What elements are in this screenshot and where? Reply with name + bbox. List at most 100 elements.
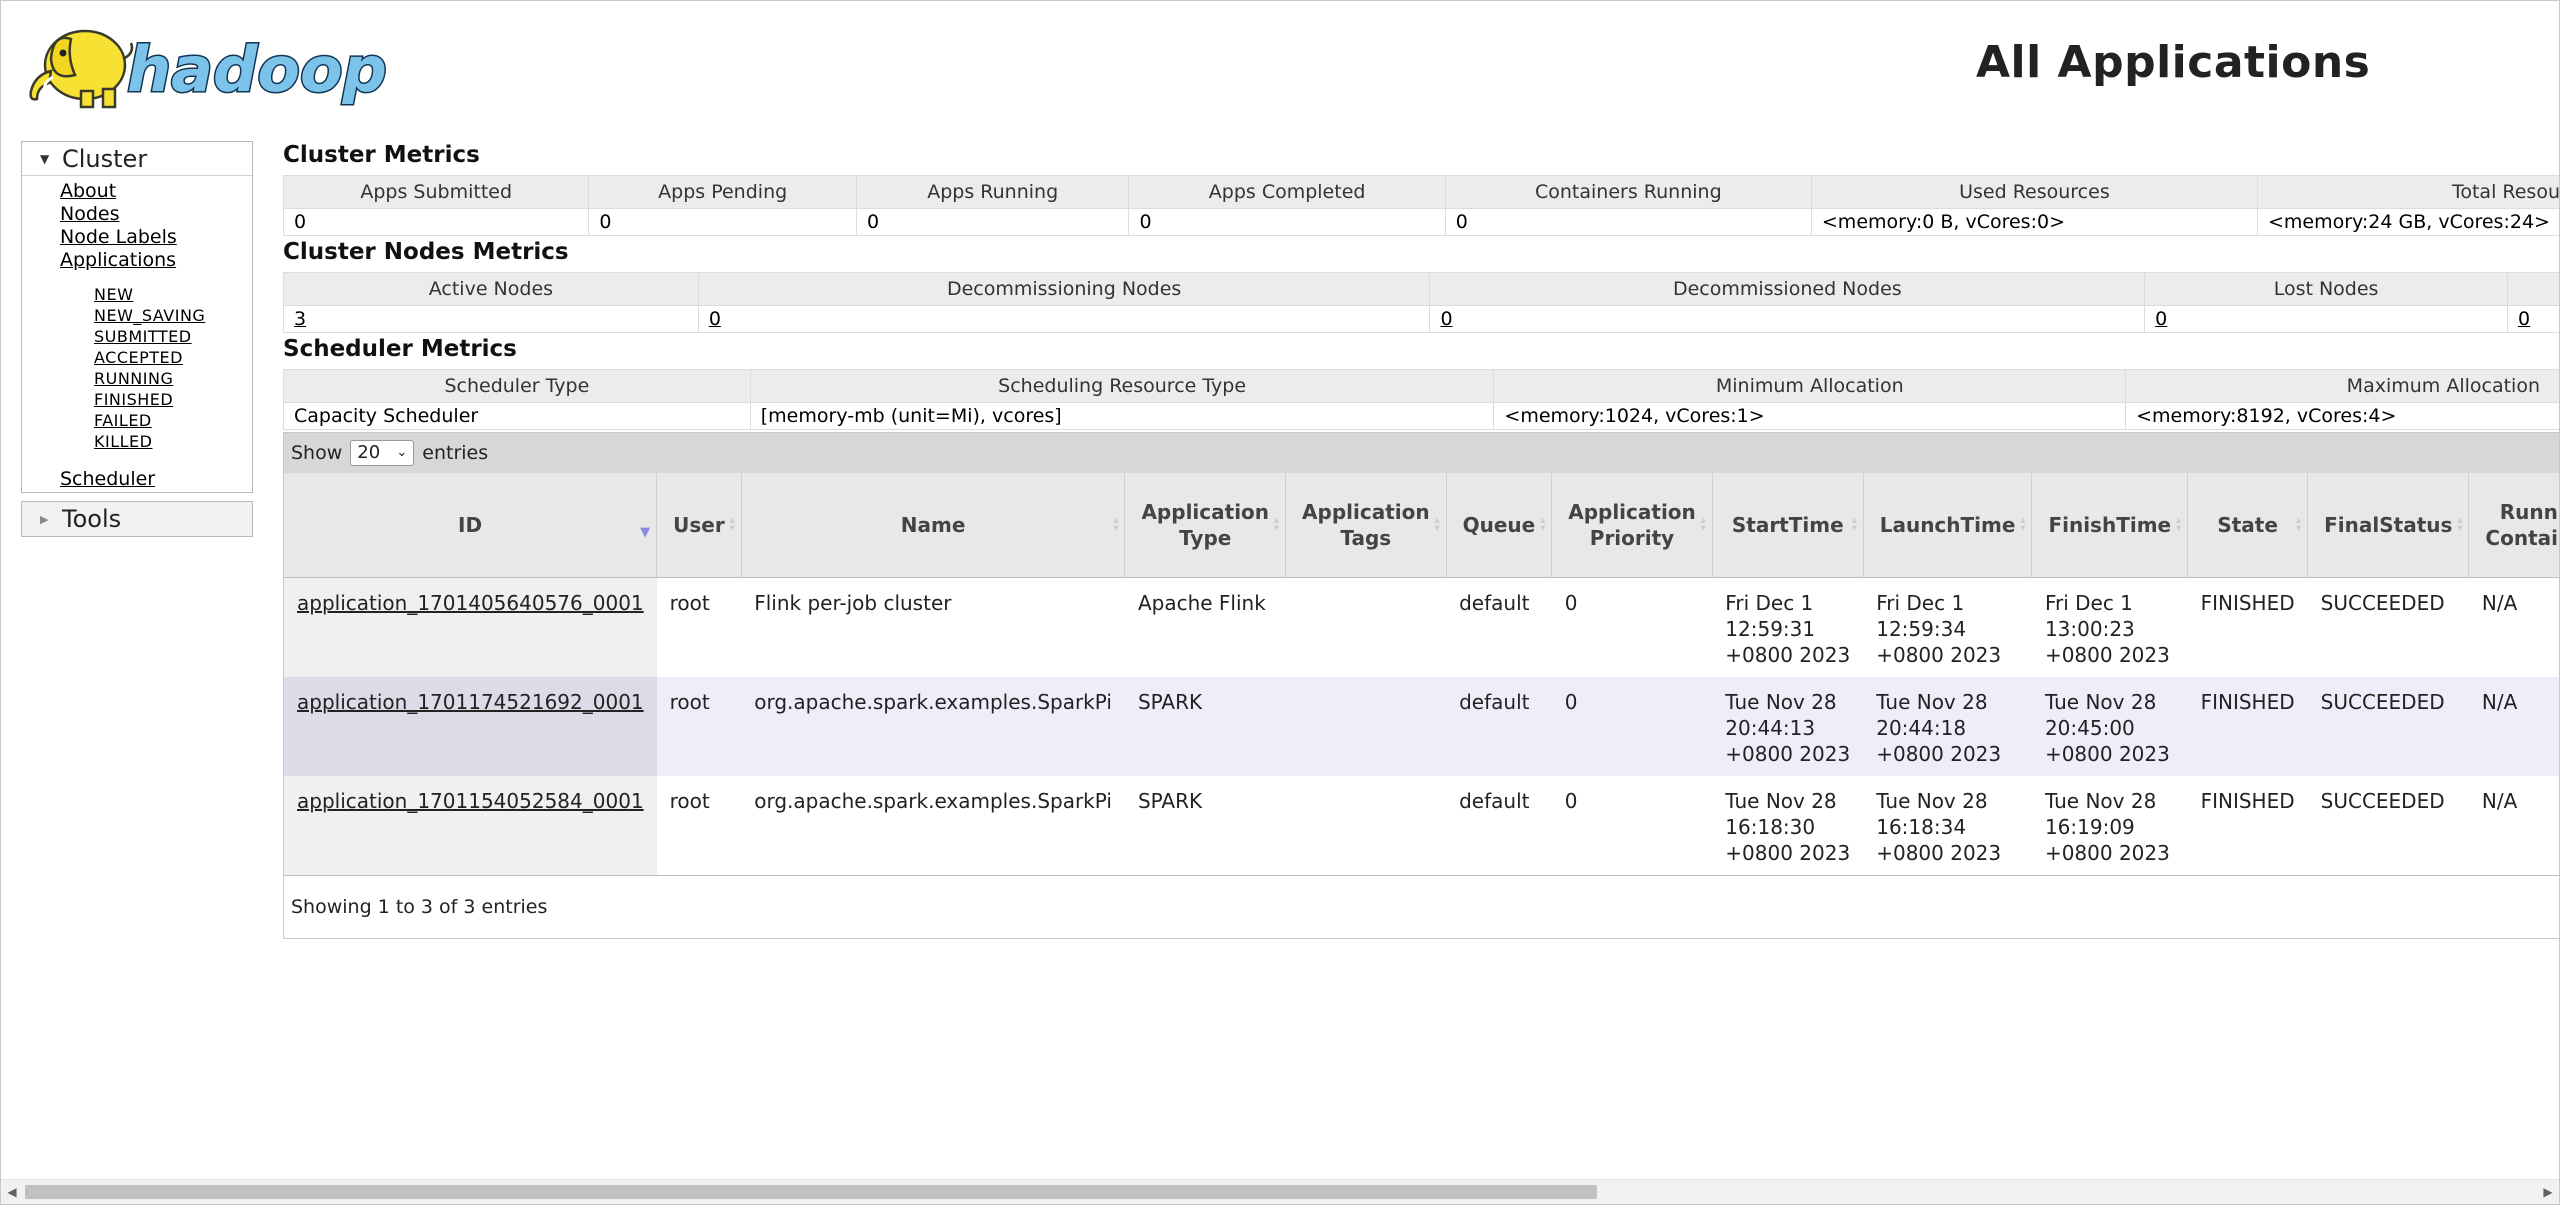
chevron-down-icon: ⌄ (396, 445, 408, 460)
metric-value: <memory:8192, vCores:4> (2125, 402, 2559, 430)
nav-link-state-failed[interactable]: FAILED (94, 410, 252, 431)
cell-finish-time: Fri Dec 1 13:00:23 +0800 2023 (2031, 577, 2188, 677)
nav-link-state-new-saving[interactable]: NEW_SAVING (94, 305, 252, 326)
nav-link-applications[interactable]: Applications (60, 249, 252, 272)
nav-link-node-labels[interactable]: Node Labels (60, 226, 252, 249)
applications-table: ID ▼ User ▴ ▾ Name ▴ ▾ Application Type ▴ ▾ App… (284, 473, 2559, 876)
nav-link-state-killed[interactable]: KILLED (94, 431, 252, 452)
application-id-link[interactable]: application_1701174521692_0001 (297, 690, 644, 714)
metric-header: Lost Nodes (2144, 272, 2508, 306)
cell-user: root (656, 677, 742, 776)
nav-link-about[interactable]: About (60, 180, 252, 203)
column-header-application-priority[interactable]: Application Priority ▴ ▾ (1551, 473, 1713, 578)
nodes-metrics-value-row: 3 0 0 0 0 (283, 305, 2559, 333)
table-row: application_1701174521692_0001 root org.… (284, 677, 2559, 776)
column-header-id[interactable]: ID ▼ (284, 473, 658, 578)
column-header-start-time[interactable]: StartTime ▴ ▾ (1712, 473, 1864, 578)
metric-value: <memory:24 GB, vCores:24> (2256, 208, 2559, 236)
metric-header: Apps Running (855, 175, 1130, 209)
column-header-state[interactable]: State ▴ ▾ (2187, 473, 2309, 578)
application-id-link[interactable]: application_1701154052584_0001 (297, 789, 644, 813)
cell-application-type: SPARK (1124, 677, 1286, 776)
metric-value: [memory-mb (unit=Mi), vcores] (749, 402, 1495, 430)
column-header-user[interactable]: User ▴ ▾ (656, 473, 742, 578)
metric-header: Containers Running (1444, 175, 1812, 209)
header: hadoop All Applications (1, 1, 2559, 131)
cell-queue: default (1446, 577, 1552, 677)
sort-both-icon: ▴ ▾ (1434, 515, 1440, 534)
cluster-metrics-value-row: 0 0 0 0 0 <memory:0 B, vCores:0> <memory… (282, 208, 2559, 236)
scrollbar-thumb[interactable] (25, 1185, 1597, 1199)
cell-running-containers: N/A (2468, 776, 2559, 876)
show-label: Show (291, 442, 343, 464)
cell-name: org.apache.spark.examples.SparkPi (741, 776, 1125, 876)
column-header-running-containers[interactable]: Running Containers (2468, 473, 2559, 578)
cell-running-containers: N/A (2468, 677, 2559, 776)
lost-nodes-link[interactable]: 0 (2155, 308, 2167, 330)
nodes-metrics-title: Cluster Nodes Metrics (283, 239, 569, 265)
page-size-value: 20 (357, 442, 381, 463)
main-content: Cluster Metrics Apps Submitted Apps Pend… (282, 139, 2559, 939)
cell-application-tags (1285, 776, 1447, 876)
page-size-select[interactable]: 20 ⌄ (350, 440, 415, 466)
metric-value: <memory:1024, vCores:1> (1493, 402, 2127, 430)
metric-header: Active Nodes (283, 272, 699, 306)
nav-link-state-new[interactable]: NEW (94, 284, 252, 305)
column-header-final-status[interactable]: FinalStatus ▴ ▾ (2307, 473, 2470, 578)
scroll-left-icon[interactable]: ◀ (1, 1180, 23, 1204)
tools-nav-panel: ▶ Tools (21, 501, 253, 537)
cell-state: FINISHED (2187, 677, 2308, 776)
metric-header: Apps Completed (1128, 175, 1446, 209)
nav-link-state-submitted[interactable]: SUBMITTED (94, 326, 252, 347)
unhealthy-nodes-link[interactable]: 0 (2518, 308, 2530, 330)
hadoop-logo[interactable]: hadoop (23, 13, 428, 113)
cluster-nav-header[interactable]: ▼ Cluster (22, 142, 252, 176)
sort-both-icon: ▴ ▾ (1700, 515, 1706, 534)
metric-header: Decommissioning Nodes (697, 272, 1431, 306)
cell-application-type: SPARK (1124, 776, 1286, 876)
nav-link-scheduler[interactable]: Scheduler (60, 468, 252, 491)
column-header-launch-time[interactable]: LaunchTime ▴ ▾ (1863, 473, 2033, 578)
scroll-right-icon[interactable]: ▶ (2537, 1180, 2559, 1204)
column-header-name[interactable]: Name ▴ ▾ (741, 473, 1126, 578)
cluster-nav-label: Cluster (62, 144, 148, 173)
cluster-metrics-header-row: Apps Submitted Apps Pending Apps Running… (282, 175, 2559, 209)
column-header-application-tags[interactable]: Application Tags ▴ ▾ (1285, 473, 1447, 578)
metric-value: 0 (1128, 208, 1446, 236)
active-nodes-link[interactable]: 3 (294, 308, 306, 330)
sort-both-icon: ▴ ▾ (2176, 515, 2182, 534)
cluster-nav-panel: ▼ Cluster About Nodes Node Labels Applic… (21, 141, 253, 493)
column-header-finish-time[interactable]: FinishTime ▴ ▾ (2031, 473, 2189, 578)
cell-user: root (656, 577, 742, 677)
sort-both-icon: ▴ ▾ (2296, 515, 2302, 534)
nav-link-state-accepted[interactable]: ACCEPTED (94, 347, 252, 368)
cell-queue: default (1446, 776, 1552, 876)
metric-value: <memory:0 B, vCores:0> (1810, 208, 2258, 236)
nav-link-state-running[interactable]: RUNNING (94, 368, 252, 389)
sort-both-icon: ▴ ▾ (1113, 515, 1119, 534)
entries-info: Showing 1 to 3 of 3 entries (291, 896, 548, 918)
cell-queue: default (1446, 677, 1552, 776)
metric-value: 0 (588, 208, 857, 236)
tools-nav-header[interactable]: ▶ Tools (22, 502, 252, 536)
app-state-links: NEW NEW_SAVING SUBMITTED ACCEPTED RUNNIN… (60, 272, 252, 452)
cluster-nav-links: About Nodes Node Labels Applications NEW… (22, 176, 252, 491)
application-id-link[interactable]: application_1701405640576_0001 (297, 591, 644, 615)
metric-header (2506, 272, 2559, 306)
sort-both-icon: ▴ ▾ (1851, 515, 1857, 534)
decommissioned-nodes-link[interactable]: 0 (1440, 308, 1452, 330)
column-header-application-type[interactable]: Application Type ▴ ▾ (1124, 473, 1287, 578)
caret-right-icon: ▶ (40, 512, 49, 526)
applications-panel: Show 20 ⌄ entries ID ▼ User ▴ ▾ Name ▴ ▾… (283, 432, 2559, 939)
horizontal-scrollbar[interactable]: ◀ ▶ (1, 1179, 2559, 1204)
scheduler-metrics-title: Scheduler Metrics (283, 336, 517, 362)
decommissioning-nodes-link[interactable]: 0 (709, 308, 721, 330)
nav-link-nodes[interactable]: Nodes (60, 203, 252, 226)
cell-start-time: Fri Dec 1 12:59:31 +0800 2023 (1712, 577, 1864, 677)
nav-link-state-finished[interactable]: FINISHED (94, 389, 252, 410)
column-header-queue[interactable]: Queue ▴ ▾ (1446, 473, 1553, 578)
cell-user: root (656, 776, 742, 876)
cluster-metrics-table: Apps Submitted Apps Pending Apps Running… (282, 175, 2559, 236)
sort-both-icon: ▴ ▾ (2457, 515, 2463, 534)
page: hadoop All Applications ▼ Cluster About … (0, 0, 2560, 1205)
